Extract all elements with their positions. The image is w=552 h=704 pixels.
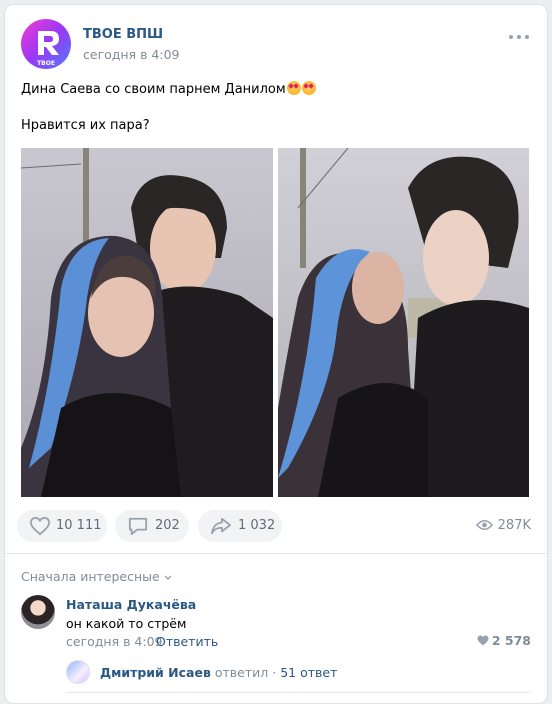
comment-icon [128,517,148,536]
heart-eyes-emoji-icon [286,81,301,95]
heart-icon [477,635,489,646]
comment-like-count: 2 578 [491,633,531,648]
comment-count: 202 [155,518,180,533]
share-icon [211,517,231,535]
comment-author-avatar[interactable] [21,595,55,629]
separator: · [272,665,277,680]
chevron-down-icon [164,575,172,580]
reply-thread-link[interactable]: Дмитрий Исаев ответил · 51 ответ [100,665,337,680]
post-text-line-1: Дина Саева со своим парнем Данилом [21,82,286,97]
share-count: 1 032 [238,518,276,533]
replies-count[interactable]: 51 ответ [280,665,337,680]
post-author[interactable]: ТВОЕ ВПШ [83,27,163,42]
reply-author-name[interactable]: Дмитрий Исаев [100,665,211,680]
post-photo-2[interactable] [278,148,529,497]
post-header: TBOE ТВОЕ ВПШ сегодня в 4:09 [21,19,531,69]
divider [5,553,547,554]
comment-text: он какой то стрём [66,616,187,631]
post-time[interactable]: сегодня в 4:09 [83,47,180,62]
eye-icon [475,520,493,530]
share-button[interactable]: 1 032 [198,510,282,542]
reply-button[interactable]: Ответить [156,634,218,649]
post-text: Дина Саева со своим парнем Данилом Нрави… [21,81,531,135]
divider [66,692,531,693]
heart-icon [29,516,51,536]
views-count: 287K [497,518,531,533]
views-counter: 287K [475,518,531,533]
heart-eyes-emoji-icon [301,81,316,95]
comments-sort-dropdown[interactable]: Сначала интересные [21,569,172,584]
comment-like-button[interactable]: 2 578 [477,633,531,648]
like-button[interactable]: 10 111 [17,510,107,542]
comment-time[interactable]: сегодня в 4:09 [66,634,163,649]
svg-text:TBOE: TBOE [37,60,55,67]
comment-author-name[interactable]: Наташа Дукачёва [66,597,196,612]
community-logo-icon: TBOE [37,31,59,67]
post-card: TBOE ТВОЕ ВПШ сегодня в 4:09 Дина Саева … [4,4,548,704]
replied-label: ответил [214,665,269,680]
post-text-line-2: Нравится их пара? [21,118,150,133]
like-count: 10 111 [56,518,102,533]
comment-button[interactable]: 202 [115,510,189,542]
post-photo-1[interactable] [21,148,273,497]
reply-author-avatar[interactable] [66,660,90,684]
community-avatar[interactable]: TBOE [21,19,71,69]
more-options-icon[interactable] [507,31,531,43]
comments-sort-label: Сначала интересные [21,569,160,584]
